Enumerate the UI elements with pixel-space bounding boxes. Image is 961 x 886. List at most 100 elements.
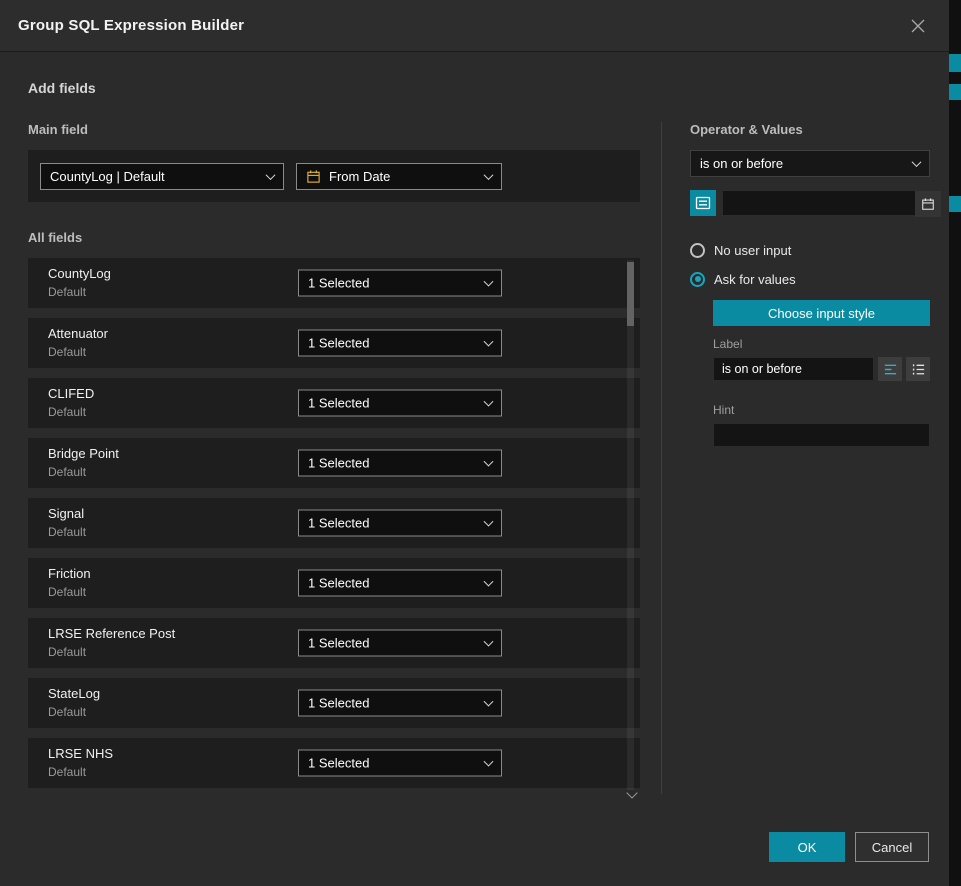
column-divider — [661, 122, 662, 794]
background-app-edge — [949, 0, 961, 886]
field-default-label: Default — [48, 585, 86, 599]
ok-button[interactable]: OK — [769, 832, 845, 862]
field-name: Attenuator — [48, 326, 108, 341]
field-name: LRSE Reference Post — [48, 626, 175, 641]
field-default-label: Default — [48, 405, 86, 419]
field-selected-value: 1 Selected — [308, 396, 369, 411]
radio-ask-for-values-label: Ask for values — [714, 272, 796, 287]
list-values-icon — [695, 195, 711, 211]
all-fields-list: CountyLog Default 1 Selected Attenuator … — [28, 258, 640, 788]
value-calendar-button[interactable] — [915, 191, 941, 217]
field-default-label: Default — [48, 765, 86, 779]
chevron-down-icon — [484, 170, 494, 180]
field-name: Bridge Point — [48, 446, 119, 461]
all-fields-wrap: CountyLog Default 1 Selected Attenuator … — [28, 258, 640, 788]
close-icon[interactable] — [905, 13, 931, 39]
layer-dropdown-value: CountyLog | Default — [50, 169, 165, 184]
chevron-down-icon — [912, 157, 922, 167]
dialog-title: Group SQL Expression Builder — [18, 17, 244, 34]
field-selected-dropdown[interactable]: 1 Selected — [298, 270, 502, 297]
screen: Group SQL Expression Builder Add fields … — [0, 0, 961, 886]
calendar-icon — [921, 197, 935, 211]
dialog-footer: OK Cancel — [769, 832, 929, 862]
list-icon — [911, 362, 926, 377]
chevron-down-icon — [484, 277, 494, 287]
field-name: CountyLog — [48, 266, 111, 281]
edge-accent-mark — [949, 54, 961, 72]
field-row: StateLog Default 1 Selected — [28, 678, 640, 728]
operator-values-heading: Operator & Values — [690, 122, 930, 138]
chevron-down-icon — [484, 457, 494, 467]
list-style-button[interactable] — [906, 357, 930, 381]
chevron-down-icon — [484, 337, 494, 347]
input-mode-radio-group: No user input Ask for values — [690, 242, 930, 287]
align-left-icon — [883, 362, 898, 377]
scrollbar-track[interactable] — [627, 260, 634, 790]
cancel-button[interactable]: Cancel — [855, 832, 929, 862]
value-input-mode-button[interactable] — [690, 190, 716, 216]
field-default-label: Default — [48, 705, 86, 719]
field-selected-dropdown[interactable]: 1 Selected — [298, 510, 502, 537]
operator-dropdown[interactable]: is on or before — [690, 150, 930, 177]
label-input[interactable] — [713, 357, 874, 381]
main-field-dropdown[interactable]: From Date — [296, 163, 502, 190]
field-default-label: Default — [48, 465, 86, 479]
field-selected-value: 1 Selected — [308, 756, 369, 771]
field-selected-dropdown[interactable]: 1 Selected — [298, 450, 502, 477]
fields-column: Main field CountyLog | Default — [28, 122, 640, 788]
value-input[interactable] — [723, 191, 915, 215]
field-name: Friction — [48, 566, 91, 581]
field-selected-value: 1 Selected — [308, 696, 369, 711]
value-row — [690, 190, 930, 216]
ask-for-values-options: Choose input style Label — [713, 300, 930, 447]
field-row: LRSE Reference Post Default 1 Selected — [28, 618, 640, 668]
radio-no-user-input[interactable]: No user input — [690, 242, 930, 258]
operator-values-panel: Operator & Values is on or before — [690, 122, 930, 447]
label-caption: Label — [713, 337, 930, 351]
choose-input-style-button[interactable]: Choose input style — [713, 300, 930, 326]
group-sql-expression-builder-dialog: Group SQL Expression Builder Add fields … — [0, 0, 949, 886]
field-name: StateLog — [48, 686, 100, 701]
field-default-label: Default — [48, 525, 86, 539]
field-selected-dropdown[interactable]: 1 Selected — [298, 630, 502, 657]
field-selected-value: 1 Selected — [308, 636, 369, 651]
chevron-down-icon — [484, 697, 494, 707]
scrollbar-thumb[interactable] — [627, 262, 634, 326]
field-selected-dropdown[interactable]: 1 Selected — [298, 390, 502, 417]
add-fields-heading: Add fields — [28, 80, 949, 96]
field-selected-dropdown[interactable]: 1 Selected — [298, 750, 502, 777]
field-row: Attenuator Default 1 Selected — [28, 318, 640, 368]
field-row: Friction Default 1 Selected — [28, 558, 640, 608]
field-selected-value: 1 Selected — [308, 336, 369, 351]
radio-selected-icon — [690, 272, 705, 287]
radio-ask-for-values[interactable]: Ask for values — [690, 271, 930, 287]
all-fields-label: All fields — [28, 230, 640, 246]
radio-no-user-input-label: No user input — [714, 243, 791, 258]
text-style-button[interactable] — [878, 357, 902, 381]
layer-dropdown[interactable]: CountyLog | Default — [40, 163, 284, 190]
field-selected-value: 1 Selected — [308, 276, 369, 291]
field-name: Signal — [48, 506, 84, 521]
operator-dropdown-value: is on or before — [700, 156, 783, 171]
field-row: CountyLog Default 1 Selected — [28, 258, 640, 308]
chevron-down-icon — [484, 637, 494, 647]
field-name: CLIFED — [48, 386, 94, 401]
field-row: CLIFED Default 1 Selected — [28, 378, 640, 428]
chevron-down-icon — [484, 757, 494, 767]
field-selected-dropdown[interactable]: 1 Selected — [298, 570, 502, 597]
chevron-down-icon — [484, 397, 494, 407]
label-row — [713, 357, 930, 381]
field-name: LRSE NHS — [48, 746, 113, 761]
radio-unselected-icon — [690, 243, 705, 258]
edge-accent-mark — [949, 196, 961, 212]
field-selected-dropdown[interactable]: 1 Selected — [298, 690, 502, 717]
field-selected-dropdown[interactable]: 1 Selected — [298, 330, 502, 357]
chevron-down-icon — [484, 577, 494, 587]
field-default-label: Default — [48, 285, 86, 299]
main-field-dropdown-value: From Date — [329, 169, 390, 184]
edge-accent-mark — [949, 84, 961, 100]
field-row: LRSE NHS Default 1 Selected — [28, 738, 640, 788]
hint-caption: Hint — [713, 403, 930, 417]
hint-input[interactable] — [713, 423, 930, 447]
field-selected-value: 1 Selected — [308, 516, 369, 531]
